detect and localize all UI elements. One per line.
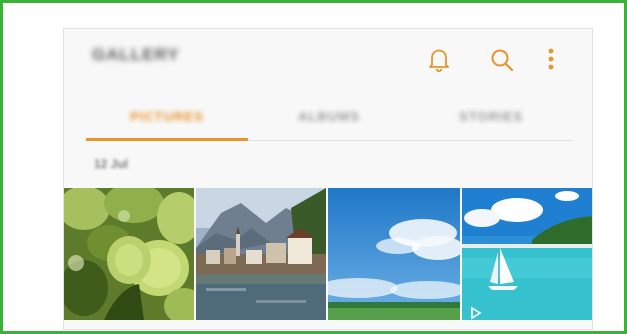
date-group-label: 12 Jul	[94, 157, 129, 171]
thumbnail-hydrangea[interactable]	[64, 188, 194, 320]
thumbnail-grid	[64, 188, 592, 320]
search-icon[interactable]	[489, 47, 515, 73]
thumbnail-sky[interactable]	[328, 188, 460, 320]
tab-pictures[interactable]: PICTURES	[86, 101, 248, 141]
gallery-app: GALLERY PICTURES ALBUMS STORIES 12 Jul	[63, 28, 593, 330]
thumbnail-village[interactable]	[196, 188, 326, 320]
app-title: GALLERY	[92, 45, 180, 64]
tab-stories[interactable]: STORIES	[410, 101, 572, 141]
bell-icon[interactable]	[427, 47, 451, 73]
tab-albums[interactable]: ALBUMS	[248, 101, 410, 141]
tab-selected-indicator	[86, 138, 248, 141]
tab-bar: PICTURES ALBUMS STORIES	[86, 101, 572, 141]
thumbnail-sailboat[interactable]	[462, 188, 592, 320]
more-options-icon[interactable]	[546, 47, 556, 73]
